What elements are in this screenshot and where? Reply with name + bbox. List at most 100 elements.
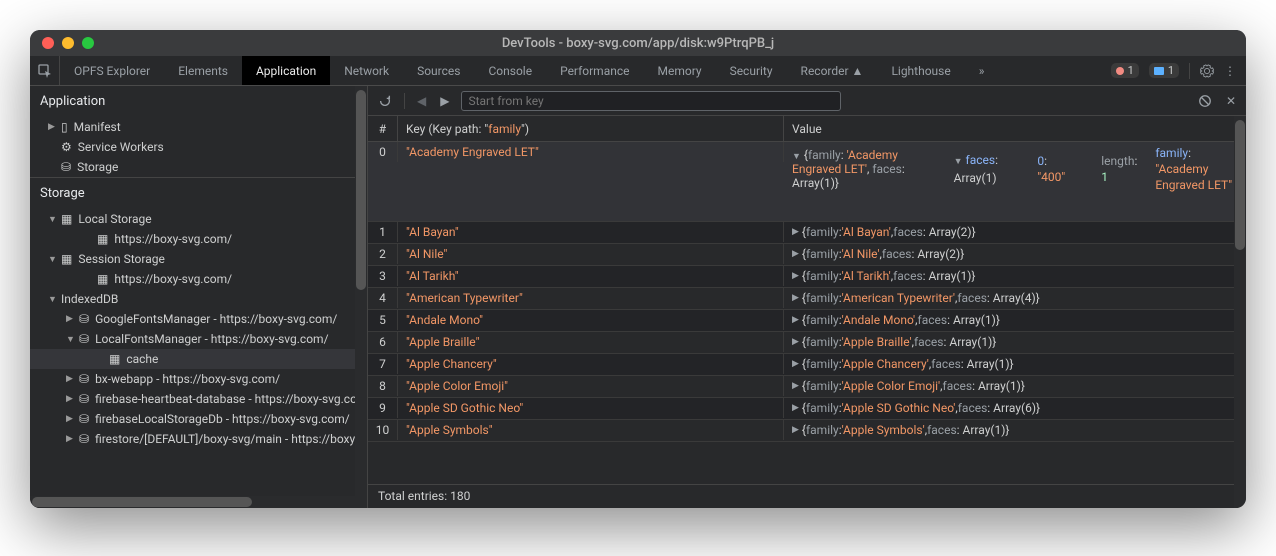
close-icon[interactable]: ✕ [1224, 92, 1238, 110]
tab-lighthouse[interactable]: Lighthouse [877, 56, 964, 85]
disclosure-triangle[interactable] [66, 434, 76, 444]
table-row[interactable]: 3"Al Tarikh"▶{family: 'Al Tarikh', faces… [368, 266, 1246, 288]
tree-row[interactable]: ▦https://boxy-svg.com/ [30, 229, 367, 249]
titlebar: DevTools - boxy-svg.com/app/disk:w9PtrqP… [30, 30, 1246, 56]
error-badge[interactable]: 1 [1111, 63, 1139, 78]
tree-label: Service Workers [78, 140, 164, 154]
cell-key: "American Typewriter" [406, 291, 523, 305]
tree-row[interactable]: ⛁bx-webapp - https://boxy-svg.com/ [30, 369, 367, 389]
sidebar-hscrollbar[interactable] [30, 496, 367, 508]
tab-recorder[interactable]: Recorder ▲ [787, 56, 878, 85]
content-vscrollbar[interactable] [1234, 116, 1246, 508]
tab-elements[interactable]: Elements [164, 56, 242, 85]
disclosure-triangle[interactable] [48, 214, 58, 225]
table-row[interactable]: 6"Apple Braille"▶{family: 'Apple Braille… [368, 332, 1246, 354]
table-row[interactable]: 1"Al Bayan"▶{family: 'Al Bayan', faces: … [368, 222, 1246, 244]
tree-row[interactable]: ⛁GoogleFontsManager - https://boxy-svg.c… [30, 309, 367, 329]
settings-icon[interactable] [1200, 64, 1214, 78]
table-row[interactable]: 0"Academy Engraved LET"▼{family: 'Academ… [368, 142, 1246, 222]
body: Application ▯Manifest ⚙Service Workers ⛁… [30, 86, 1246, 508]
table-row[interactable]: 7"Apple Chancery"▶{family: 'Apple Chance… [368, 354, 1246, 376]
search-input[interactable] [461, 91, 841, 111]
tree-row[interactable]: ▦https://boxy-svg.com/ [30, 269, 367, 289]
disclosure-triangle[interactable] [66, 334, 76, 345]
cell-index: 4 [368, 288, 398, 308]
tab-sources[interactable]: Sources [403, 56, 474, 85]
cell-key: "Apple SD Gothic Neo" [406, 401, 523, 415]
tree-label: IndexedDB [61, 292, 118, 306]
cell-key: "Al Tarikh" [406, 269, 459, 283]
tree-row[interactable]: IndexedDB [30, 289, 367, 309]
cell-value: ▶{family: 'Apple SD Gothic Neo', faces: … [784, 398, 1246, 418]
section-storage: Storage [30, 178, 367, 209]
table-row[interactable]: 8"Apple Color Emoji"▶{family: 'Apple Col… [368, 376, 1246, 398]
grid-icon: ▦ [97, 272, 108, 286]
db-icon: ⛁ [79, 332, 89, 346]
table-row[interactable]: 10"Apple Symbols"▶{family: 'Apple Symbol… [368, 420, 1246, 442]
ban-icon[interactable] [1196, 92, 1214, 110]
sidebar-vscrollbar[interactable] [355, 86, 367, 508]
file-icon: ▯ [61, 120, 68, 134]
sidebar-vthumb[interactable] [356, 90, 366, 290]
tab-application[interactable]: Application [242, 56, 330, 85]
cell-index: 3 [368, 266, 398, 286]
tab-console[interactable]: Console [474, 56, 546, 85]
disclosure-triangle[interactable] [48, 254, 58, 265]
tree-row[interactable]: ⛁firebaseLocalStorageDb - https://boxy-s… [30, 409, 367, 429]
col-key-header[interactable]: Key (Key path: "family") [398, 116, 784, 141]
sidebar-scroll[interactable]: Application ▯Manifest ⚙Service Workers ⛁… [30, 86, 367, 496]
tabbar: OPFS Explorer Elements Application Netwo… [30, 56, 1246, 86]
table-row[interactable]: 4 "American Typewriter" ▶{family: 'America… [368, 288, 1246, 310]
database-icon: ⛁ [61, 160, 71, 174]
disclosure-triangle[interactable] [66, 394, 76, 404]
tree-row[interactable]: ▦Local Storage [30, 209, 367, 229]
tabbar-right: 1 1 ⋮ [1111, 63, 1246, 79]
tree-manifest[interactable]: ▯Manifest [30, 117, 367, 137]
content-vthumb[interactable] [1235, 120, 1245, 250]
cell-index: 10 [368, 420, 398, 440]
message-count: 1 [1168, 64, 1174, 77]
tree-row[interactable]: ⛁firestore/[DEFAULT]/boxy-svg/main - htt… [30, 429, 367, 449]
message-badge[interactable]: 1 [1149, 63, 1179, 78]
cell-key: "Academy Engraved LET" [406, 145, 539, 159]
refresh-icon[interactable] [376, 92, 394, 110]
cell-value: ▶{family: 'American Typewriter', faces: … [784, 288, 1246, 308]
gear-icon: ⚙ [61, 140, 72, 154]
tree-row[interactable]: ⛁firebase-heartbeat-database - https://b… [30, 389, 367, 409]
sidebar: Application ▯Manifest ⚙Service Workers ⛁… [30, 86, 368, 508]
table-row[interactable]: 2"Al Nile"▶{family: 'Al Nile', faces: Ar… [368, 244, 1246, 266]
tab-network[interactable]: Network [330, 56, 403, 85]
disclosure-triangle[interactable] [66, 374, 76, 384]
tree-row[interactable]: ▦cache [30, 349, 367, 369]
inspect-icon[interactable] [30, 56, 60, 85]
cell-value: ▼{family: 'Academy Engraved LET', faces:… [784, 142, 1246, 196]
db-icon: ⛁ [79, 412, 89, 426]
col-index-header[interactable]: # [368, 116, 398, 141]
tree-label: firebase-heartbeat-database - https://bo… [95, 392, 357, 406]
tree-storage-app[interactable]: ⛁Storage [30, 157, 367, 178]
table-row[interactable]: 9"Apple SD Gothic Neo"▶{family: 'Apple S… [368, 398, 1246, 420]
tab-memory[interactable]: Memory [644, 56, 716, 85]
disclosure-triangle[interactable] [66, 314, 76, 324]
tree-label: bx-webapp - https://boxy-svg.com/ [95, 372, 280, 386]
tree-service-workers[interactable]: ⚙ Service Workers [30, 137, 367, 157]
grid-icon: ▦ [109, 352, 120, 366]
disclosure-triangle[interactable] [66, 414, 76, 424]
tab-security[interactable]: Security [716, 56, 787, 85]
tree-row[interactable]: ▦Session Storage [30, 249, 367, 269]
devtools-window: DevTools - boxy-svg.com/app/disk:w9PtrqP… [30, 30, 1246, 508]
table-body[interactable]: 0"Academy Engraved LET"▼{family: 'Academ… [368, 142, 1246, 484]
disclosure-triangle[interactable] [48, 294, 58, 305]
next-icon[interactable]: ▶ [438, 92, 451, 110]
cell-key: "Apple Chancery" [406, 357, 497, 371]
sidebar-hthumb[interactable] [32, 497, 252, 507]
tab-performance[interactable]: Performance [546, 56, 643, 85]
prev-icon[interactable]: ◀ [415, 92, 428, 110]
table-row[interactable]: 5"Andale Mono"▶{family: 'Andale Mono', f… [368, 310, 1246, 332]
cell-key: "Apple Color Emoji" [406, 379, 508, 393]
tree-row[interactable]: ⛁LocalFontsManager - https://boxy-svg.co… [30, 329, 367, 349]
overflow-icon[interactable]: » [965, 56, 999, 85]
tab-opfs-explorer[interactable]: OPFS Explorer [60, 56, 164, 85]
kebab-icon[interactable]: ⋮ [1224, 64, 1236, 78]
col-value-header[interactable]: Value [784, 116, 1246, 141]
